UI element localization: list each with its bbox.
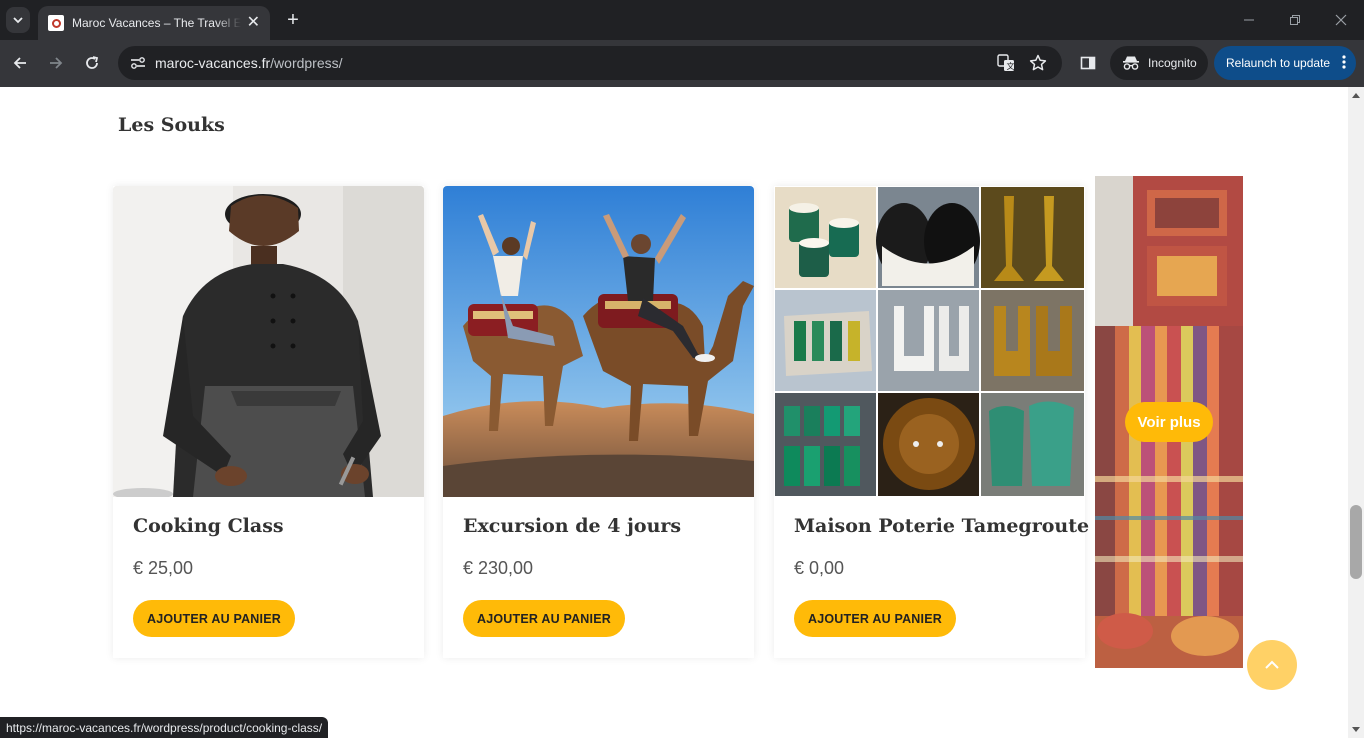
incognito-icon [1123,56,1139,70]
site-info-icon[interactable] [126,51,150,75]
voir-plus-button[interactable]: Voir plus [1125,402,1213,442]
reload-icon[interactable] [78,50,106,76]
tab-title: Maroc Vacances – The Travel Ex [72,16,241,30]
tab-strip: Maroc Vacances – The Travel Ex ✕ + [0,0,1364,40]
product-image-excursion[interactable] [443,186,754,497]
restore-icon[interactable] [1283,8,1307,32]
product-price: € 0,00 [794,558,845,578]
relaunch-button[interactable]: Relaunch to update [1214,46,1356,80]
chevron-up-icon [1265,660,1279,669]
browser-toolbar: maroc-vacances.fr/wordpress/ 文 Incognito… [0,40,1364,87]
scroll-to-top-button[interactable] [1247,640,1297,690]
close-window-icon[interactable] [1329,8,1353,32]
address-bar[interactable]: maroc-vacances.fr/wordpress/ 文 [118,46,1062,80]
svg-text:文: 文 [1007,61,1015,71]
minimize-icon[interactable] [1237,8,1261,32]
scroll-up-arrow-icon[interactable] [1352,93,1360,98]
product-price: € 25,00 [133,558,194,578]
section-title: Les Souks [118,114,225,136]
product-price: € 230,00 [463,558,534,578]
side-panel-icon[interactable] [1074,50,1102,76]
product-card: Cooking Class € 25,00 AJOUTER AU PANIER [113,186,424,658]
tab-search-icon[interactable] [6,7,30,33]
forward-icon[interactable] [42,50,70,76]
page-scrollbar[interactable] [1348,87,1364,738]
incognito-badge[interactable]: Incognito [1110,46,1208,80]
incognito-label: Incognito [1148,56,1197,70]
more-vert-icon[interactable] [1342,54,1346,70]
product-title[interactable]: Maison Poterie Tamegroute [794,515,1089,537]
status-url-bubble: https://maroc-vacances.fr/wordpress/prod… [0,717,329,738]
url-text: maroc-vacances.fr/wordpress/ [155,55,343,71]
souk-promo-tile[interactable]: Voir plus [1095,176,1243,668]
scrollbar-thumb[interactable] [1350,505,1362,579]
add-to-cart-button[interactable]: AJOUTER AU PANIER [133,600,295,637]
relaunch-label: Relaunch to update [1226,56,1331,70]
translate-icon[interactable]: 文 [995,52,1017,74]
product-title[interactable]: Cooking Class [133,515,284,537]
product-image-cooking-class[interactable] [113,186,424,497]
url-host: maroc-vacances.fr [155,55,271,71]
product-card: Excursion de 4 jours € 230,00 AJOUTER AU… [443,186,754,658]
product-title[interactable]: Excursion de 4 jours [463,515,681,537]
url-path: /wordpress/ [270,55,343,71]
browser-tab[interactable]: Maroc Vacances – The Travel Ex ✕ [38,6,270,40]
scroll-down-arrow-icon[interactable] [1352,727,1360,732]
page-content: Les Souks Cooking Class € 25,00 AJOUTER … [0,87,1348,738]
favicon-icon [48,15,64,31]
new-tab-button[interactable]: + [280,7,306,33]
product-image-poterie[interactable] [774,186,1085,497]
add-to-cart-button[interactable]: AJOUTER AU PANIER [463,600,625,637]
tab-close-icon[interactable]: ✕ [247,15,260,31]
product-card: Maison Poterie Tamegroute € 0,00 AJOUTER… [774,186,1089,658]
add-to-cart-button[interactable]: AJOUTER AU PANIER [794,600,956,637]
star-icon[interactable] [1027,52,1049,74]
back-icon[interactable] [6,50,34,76]
